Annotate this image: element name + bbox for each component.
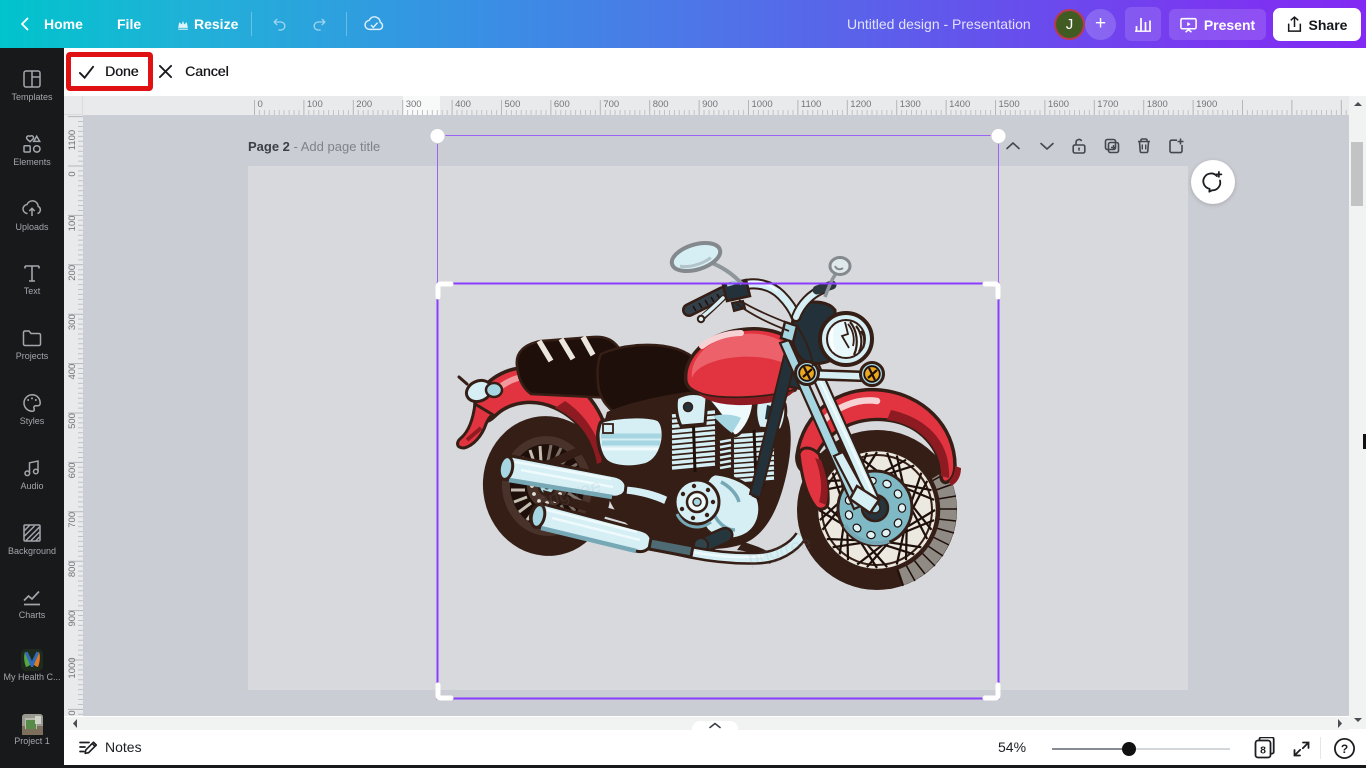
svg-text:1400: 1400 <box>949 99 970 110</box>
svg-text:400: 400 <box>455 99 471 110</box>
svg-text:900: 900 <box>67 611 78 627</box>
svg-text:pngtree: pngtree <box>746 533 814 570</box>
svg-text:800: 800 <box>653 99 669 110</box>
svg-text:0: 0 <box>258 99 263 110</box>
svg-text:1500: 1500 <box>999 99 1020 110</box>
svg-text:500: 500 <box>67 413 78 429</box>
svg-text:100: 100 <box>307 99 323 110</box>
svg-text:900: 900 <box>702 99 718 110</box>
svg-text:700: 700 <box>603 99 619 110</box>
svg-text:1100: 1100 <box>801 99 821 110</box>
svg-text:1200: 1200 <box>850 99 871 110</box>
svg-text:800: 800 <box>67 561 78 577</box>
svg-text:1000: 1000 <box>752 99 773 110</box>
svg-text:200: 200 <box>356 99 372 110</box>
svg-text:1900: 1900 <box>1196 99 1217 110</box>
svg-text:500: 500 <box>505 99 521 110</box>
svg-text:600: 600 <box>554 99 570 110</box>
svg-text:8: 8 <box>1260 745 1266 757</box>
svg-text:0: 0 <box>67 171 78 176</box>
svg-text:300: 300 <box>406 99 422 110</box>
svg-text:700: 700 <box>67 512 78 528</box>
svg-text:1300: 1300 <box>900 99 921 110</box>
svg-text:200: 200 <box>67 265 78 281</box>
svg-text:1100: 1100 <box>67 130 78 150</box>
svg-text:100: 100 <box>67 215 78 231</box>
svg-text:1600: 1600 <box>1048 99 1069 110</box>
svg-text:300: 300 <box>67 314 78 330</box>
svg-text:0: 0 <box>67 710 78 715</box>
svg-text:1000: 1000 <box>67 657 78 678</box>
svg-text:600: 600 <box>67 462 78 478</box>
svg-text:?: ? <box>1341 742 1348 756</box>
svg-text:1800: 1800 <box>1147 99 1168 110</box>
svg-text:400: 400 <box>67 364 78 380</box>
svg-text:1700: 1700 <box>1097 99 1118 110</box>
